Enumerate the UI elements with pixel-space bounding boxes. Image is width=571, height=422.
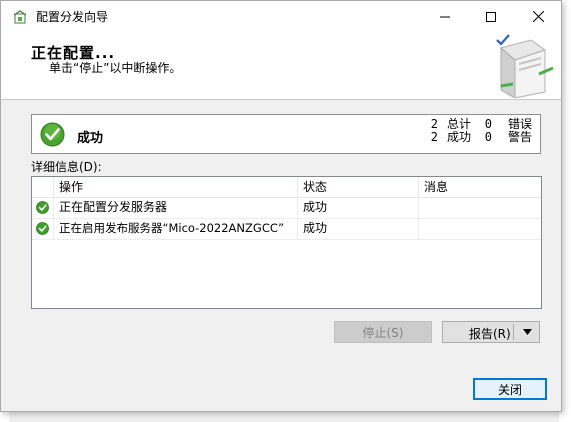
grid-header: 操作 状态 消息 bbox=[32, 177, 541, 198]
details-label: 详细信息(D): bbox=[31, 160, 102, 174]
title-bar[interactable]: 配置分发向导 bbox=[1, 1, 561, 32]
column-header-icon bbox=[32, 177, 54, 197]
stop-button[interactable]: 停止(S) bbox=[334, 321, 432, 343]
configure-distribution-wizard-window: 配置分发向导 正在配置... 单击“停止”以中断操作。 成功 2 总计 0 错误… bbox=[0, 0, 562, 412]
success-label: 成功 bbox=[446, 130, 471, 144]
column-header-action[interactable]: 操作 bbox=[54, 177, 298, 197]
wizard-header: 正在配置... 单击“停止”以中断操作。 bbox=[1, 32, 561, 100]
report-button-label: 报告(R) bbox=[469, 327, 511, 341]
maximize-button[interactable] bbox=[468, 1, 514, 32]
table-row[interactable]: 正在配置分发服务器 成功 bbox=[32, 197, 541, 219]
server-configuration-icon bbox=[496, 34, 554, 98]
page-subtitle: 单击“停止”以中断操作。 bbox=[49, 61, 182, 75]
success-icon bbox=[36, 222, 49, 235]
row-action: 正在启用发布服务器“Mico-2022ANZGCC” bbox=[54, 218, 298, 239]
row-status: 成功 bbox=[298, 218, 419, 239]
success-check-icon bbox=[40, 122, 65, 147]
dropdown-arrow-icon[interactable] bbox=[523, 329, 532, 335]
row-status-cell bbox=[32, 197, 54, 218]
maximize-icon bbox=[486, 11, 496, 22]
table-row[interactable]: 正在启用发布服务器“Mico-2022ANZGCC” 成功 bbox=[32, 218, 541, 240]
minimize-button[interactable] bbox=[422, 1, 468, 32]
success-count: 2 bbox=[430, 130, 438, 144]
status-summary-panel: 成功 2 总计 0 错误 2 成功 0 警告 bbox=[31, 114, 541, 154]
column-header-status[interactable]: 状态 bbox=[298, 177, 419, 197]
column-header-message[interactable]: 消息 bbox=[419, 177, 541, 197]
split-separator bbox=[513, 324, 514, 340]
row-status: 成功 bbox=[298, 197, 419, 218]
row-message[interactable] bbox=[419, 218, 541, 239]
overall-status: 成功 bbox=[77, 131, 104, 146]
close-icon bbox=[532, 11, 544, 22]
row-action: 正在配置分发服务器 bbox=[54, 197, 298, 218]
minimize-icon bbox=[440, 16, 450, 17]
wizard-app-icon bbox=[13, 10, 27, 24]
warning-label: 警告 bbox=[507, 130, 532, 144]
status-counts: 2 总计 0 错误 2 成功 0 警告 bbox=[426, 118, 532, 144]
window-title: 配置分发向导 bbox=[36, 10, 109, 24]
report-button[interactable]: 报告(R) bbox=[442, 321, 540, 343]
row-status-cell bbox=[32, 218, 54, 239]
warning-count: 0 bbox=[484, 130, 492, 144]
success-icon bbox=[36, 201, 49, 214]
row-message[interactable] bbox=[419, 197, 541, 218]
close-button[interactable]: 关闭 bbox=[473, 378, 547, 400]
details-grid[interactable]: 操作 状态 消息 正在配置分发服务器 成功 正在启用发布服务器“Mico-202… bbox=[31, 176, 542, 309]
close-window-button[interactable] bbox=[515, 1, 561, 32]
